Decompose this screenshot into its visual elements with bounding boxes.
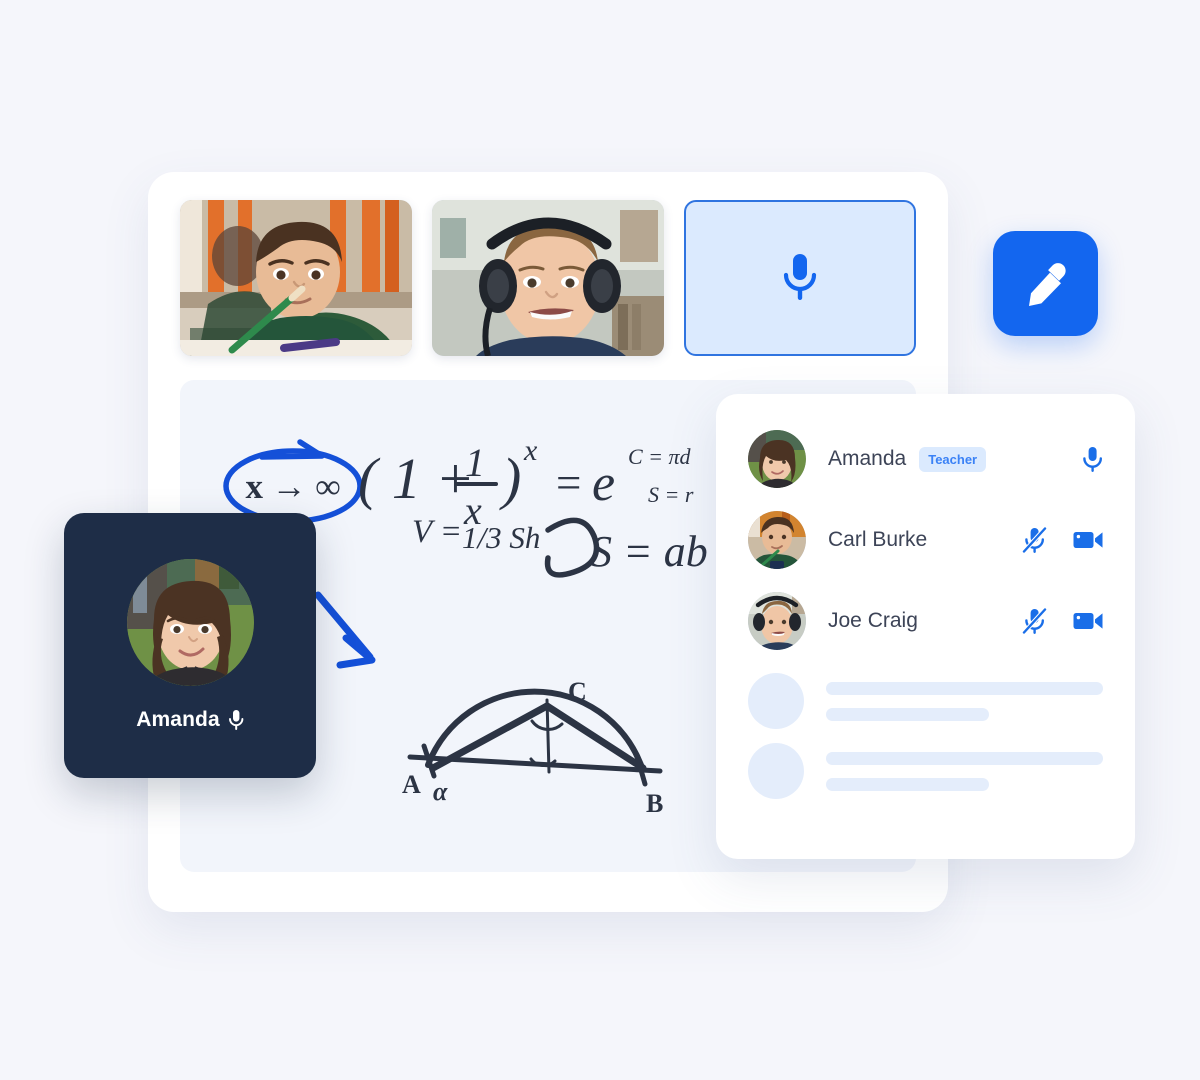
placeholder-bar bbox=[826, 751, 1103, 765]
video-on-icon[interactable] bbox=[1073, 529, 1103, 551]
svg-text:=: = bbox=[556, 458, 581, 508]
svg-text:C: C bbox=[568, 677, 587, 706]
svg-text:x → ∞: x → ∞ bbox=[246, 467, 341, 506]
pencil-icon bbox=[1028, 262, 1066, 306]
avatar-placeholder bbox=[748, 743, 804, 799]
status-badge: Teacher bbox=[919, 446, 987, 472]
svg-text:x: x bbox=[523, 434, 538, 467]
handwritten-formula: ( 1 + 1 x ) x = e V = 1/3 Sh C = πd S = … bbox=[358, 434, 708, 578]
avatar bbox=[748, 592, 806, 650]
student-video-tile-1[interactable] bbox=[180, 200, 412, 356]
mic-off-icon[interactable] bbox=[1022, 607, 1047, 635]
video-on-icon[interactable] bbox=[1073, 610, 1103, 632]
svg-text:S = r: S = r bbox=[648, 482, 694, 507]
list-item-placeholder bbox=[748, 673, 1103, 729]
student-video-1-image bbox=[180, 200, 412, 356]
participant-row-amanda[interactable]: Amanda Teacher bbox=[748, 430, 1103, 488]
participant-name: Amanda bbox=[828, 447, 907, 470]
svg-text:( 1 +: ( 1 + bbox=[358, 446, 474, 511]
svg-text:C = πd: C = πd bbox=[628, 444, 692, 469]
student-video-2-image bbox=[432, 200, 664, 356]
participants-panel: Amanda Teacher Carl Burke Joe Craig bbox=[716, 394, 1135, 859]
active-speaker-name: Amanda bbox=[136, 708, 220, 731]
svg-text:B: B bbox=[646, 789, 663, 818]
svg-text:1/3 Sh: 1/3 Sh bbox=[462, 520, 540, 555]
list-item-placeholder bbox=[748, 743, 1103, 799]
placeholder-bar bbox=[826, 681, 1103, 695]
participant-actions bbox=[1082, 446, 1103, 473]
mic-off-icon[interactable] bbox=[1022, 526, 1047, 554]
svg-text:S = ab: S = ab bbox=[590, 527, 708, 576]
avatar-placeholder bbox=[748, 673, 804, 729]
microphone-tile[interactable] bbox=[684, 200, 916, 356]
text-placeholder bbox=[826, 681, 1103, 721]
avatar bbox=[748, 430, 806, 488]
annotation-circled-limit: x → ∞ bbox=[223, 439, 363, 524]
mic-on-icon[interactable] bbox=[1082, 446, 1103, 473]
joe-craig-avatar-image bbox=[748, 592, 806, 650]
svg-text:): ) bbox=[499, 446, 521, 511]
amanda-avatar-image bbox=[126, 559, 254, 686]
carl-burke-avatar-image bbox=[748, 511, 806, 569]
avatar bbox=[126, 559, 254, 686]
participant-actions bbox=[1022, 607, 1103, 635]
participant-row-joe-craig[interactable]: Joe Craig bbox=[748, 592, 1103, 650]
svg-text:α: α bbox=[433, 777, 448, 806]
participant-name: Joe Craig bbox=[828, 609, 918, 632]
active-speaker-card[interactable]: Amanda bbox=[64, 513, 316, 778]
svg-text:1: 1 bbox=[465, 440, 485, 485]
participant-name: Carl Burke bbox=[828, 528, 928, 551]
app-root: x → ∞ ( 1 + 1 x ) x = e V = 1/3 Sh C = π… bbox=[0, 0, 1200, 1080]
edit-whiteboard-button[interactable] bbox=[993, 231, 1098, 336]
placeholder-bar bbox=[826, 707, 990, 721]
annotation-arrow bbox=[314, 591, 376, 669]
placeholder-bar bbox=[826, 777, 990, 791]
avatar bbox=[748, 511, 806, 569]
active-speaker-name-row: Amanda bbox=[136, 708, 244, 732]
amanda-avatar-image bbox=[748, 430, 806, 488]
svg-text:A: A bbox=[402, 770, 421, 799]
participant-actions bbox=[1022, 526, 1103, 554]
text-placeholder bbox=[826, 751, 1103, 791]
video-thumbnail-strip bbox=[180, 200, 916, 356]
student-video-tile-2[interactable] bbox=[432, 200, 664, 356]
microphone-icon[interactable] bbox=[228, 709, 244, 731]
geometry-diagram bbox=[407, 688, 663, 787]
svg-text:e: e bbox=[592, 455, 615, 512]
svg-text:V =: V = bbox=[412, 514, 462, 550]
participant-row-carl-burke[interactable]: Carl Burke bbox=[748, 511, 1103, 569]
microphone-icon bbox=[783, 254, 817, 300]
geometry-labels: A α B C bbox=[402, 677, 663, 818]
